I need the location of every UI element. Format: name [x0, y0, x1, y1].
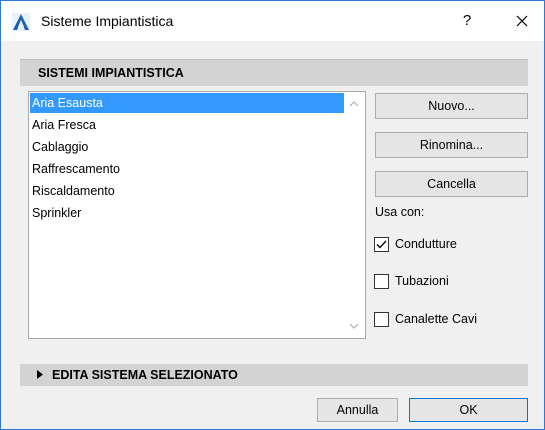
archicad-icon [12, 13, 30, 31]
scroll-down-icon[interactable] [347, 321, 361, 331]
help-button[interactable]: ? [453, 7, 481, 35]
title-bar: Sisteme Impiantistica ? [1, 1, 544, 41]
use-with-label: Usa con: [375, 205, 425, 219]
window-title: Sisteme Impiantistica [41, 13, 174, 29]
checkbox-label: Tubazioni [395, 274, 449, 288]
close-icon [516, 15, 528, 27]
ok-button[interactable]: OK [409, 398, 528, 422]
cancel-button[interactable]: Annulla [317, 398, 398, 422]
list-item[interactable]: Aria Fresca [30, 115, 344, 135]
rename-button[interactable]: Rinomina... [375, 132, 528, 158]
checkbox-label: Canalette Cavi [395, 312, 477, 326]
list-item[interactable]: Cablaggio [30, 137, 344, 157]
list-item[interactable]: Sprinkler [30, 203, 344, 223]
list-item[interactable]: Aria Esausta [30, 93, 344, 113]
systems-list[interactable]: Aria Esausta Aria Fresca Cablaggio Raffr… [28, 91, 366, 339]
list-item[interactable]: Raffrescamento [30, 159, 344, 179]
dialog-window: Sisteme Impiantistica ? SISTEMI IMPIANTI… [0, 0, 545, 430]
edit-section-title: EDITA SISTEMA SELEZIONATO [52, 368, 238, 382]
checkmark-icon [376, 240, 387, 249]
edit-section-toggle[interactable]: EDITA SISTEMA SELEZIONATO [20, 364, 528, 386]
section-title: SISTEMI IMPIANTISTICA [38, 66, 184, 80]
checkbox[interactable] [374, 312, 389, 327]
list-item[interactable]: Riscaldamento [30, 181, 344, 201]
new-button[interactable]: Nuovo... [375, 93, 528, 119]
checkbox-label: Condutture [395, 237, 457, 251]
scroll-up-icon[interactable] [347, 99, 361, 109]
checkbox[interactable] [374, 237, 389, 252]
disclosure-triangle-icon [37, 370, 43, 379]
close-button[interactable] [506, 5, 538, 37]
section-header: SISTEMI IMPIANTISTICA [20, 59, 528, 86]
delete-button[interactable]: Cancella [375, 171, 528, 197]
checkbox[interactable] [374, 274, 389, 289]
